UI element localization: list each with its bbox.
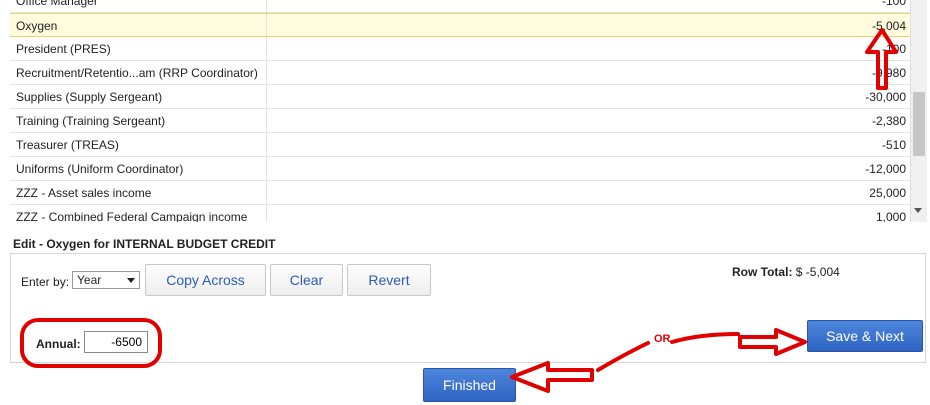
row-total-label: Row Total: [732, 265, 793, 279]
row-category-name: Oxygen [16, 19, 58, 33]
revert-button[interactable]: Revert [347, 264, 431, 296]
row-category-name: President (PRES) [16, 42, 111, 56]
grid-row[interactable]: ZZZ - Asset sales income 25,000 [10, 181, 910, 205]
grid-row[interactable]: Oxygen -5,004 [10, 13, 910, 37]
grid-row[interactable]: Uniforms (Uniform Coordinator) -12,000 [10, 157, 910, 181]
row-amount-value[interactable]: -100 [882, 0, 906, 8]
row-category-name: ZZZ - Asset sales income [16, 186, 152, 200]
edit-panel: Enter by: Year Copy Across Clear Revert … [10, 253, 926, 363]
column-divider [266, 133, 267, 156]
scrollbar-thumb[interactable] [913, 92, 925, 156]
edit-panel-title: Edit - Oxygen for INTERNAL BUDGET CREDIT [13, 237, 276, 251]
row-amount-value[interactable]: -12,000 [865, 162, 906, 176]
budget-line-grid: Office Manager -100 Oxygen -5,004 President … [10, 0, 910, 222]
row-category-name: Treasurer (TREAS) [16, 138, 119, 152]
row-amount-value[interactable]: -9,980 [872, 66, 906, 80]
column-divider [266, 205, 267, 222]
clear-button[interactable]: Clear [270, 264, 343, 296]
row-category-name: Training (Training Sergeant) [16, 114, 166, 128]
column-divider [266, 61, 267, 84]
row-total: Row Total: $ -5,004 [732, 265, 840, 279]
column-divider [266, 85, 267, 108]
row-amount-value[interactable]: -2,380 [872, 114, 906, 128]
chevron-down-icon [127, 278, 135, 283]
row-amount-value[interactable]: -30,000 [865, 90, 906, 104]
row-amount-value[interactable]: 1,000 [876, 210, 906, 222]
annual-amount-input[interactable] [84, 331, 148, 353]
grid-row[interactable]: Training (Training Sergeant) -2,380 [10, 109, 910, 133]
left-arrow-annotation [510, 361, 594, 393]
row-category-name: ZZZ - Combined Federal Campaign income [16, 210, 248, 222]
row-category-name: Uniforms (Uniform Coordinator) [16, 162, 184, 176]
scroll-down-arrow-icon[interactable] [914, 208, 922, 213]
grid-row[interactable]: Treasurer (TREAS) -510 [10, 133, 910, 157]
or-annotation-label: OR [654, 333, 671, 345]
column-divider [266, 181, 267, 204]
row-category-name: Supplies (Supply Sergeant) [16, 90, 163, 104]
column-divider [266, 109, 267, 132]
grid-row[interactable]: Supplies (Supply Sergeant) -30,000 [10, 85, 910, 109]
column-divider [266, 14, 267, 36]
column-divider [266, 37, 267, 60]
row-amount-value[interactable]: -5,004 [872, 19, 906, 33]
enter-by-label: Enter by: [21, 275, 70, 289]
grid-row[interactable]: Office Manager -100 [10, 0, 910, 13]
row-category-name: Office Manager [16, 0, 98, 8]
grid-row[interactable]: ZZZ - Combined Federal Campaign income 1,… [10, 205, 910, 222]
finished-button[interactable]: Finished [423, 368, 516, 402]
enter-by-selected-value: Year [77, 273, 102, 287]
grid-row[interactable]: Recruitment/Retentio...am (RRP Coordinat… [10, 61, 910, 85]
row-amount-value[interactable]: -510 [882, 138, 906, 152]
grid-scrollbar[interactable] [910, 0, 927, 222]
row-category-name: Recruitment/Retentio...am (RRP Coordinat… [16, 66, 258, 80]
save-and-next-button[interactable]: Save & Next [807, 320, 923, 352]
grid-row[interactable]: President (PRES) -100 [10, 37, 910, 61]
copy-across-button[interactable]: Copy Across [145, 264, 266, 296]
column-divider [266, 0, 267, 12]
enter-by-select[interactable]: Year [72, 271, 140, 289]
row-amount-value[interactable]: -100 [882, 42, 906, 56]
column-divider [266, 157, 267, 180]
annual-label: Annual: [36, 337, 81, 351]
row-total-value: $ -5,004 [795, 265, 840, 279]
row-amount-value[interactable]: 25,000 [869, 186, 906, 200]
